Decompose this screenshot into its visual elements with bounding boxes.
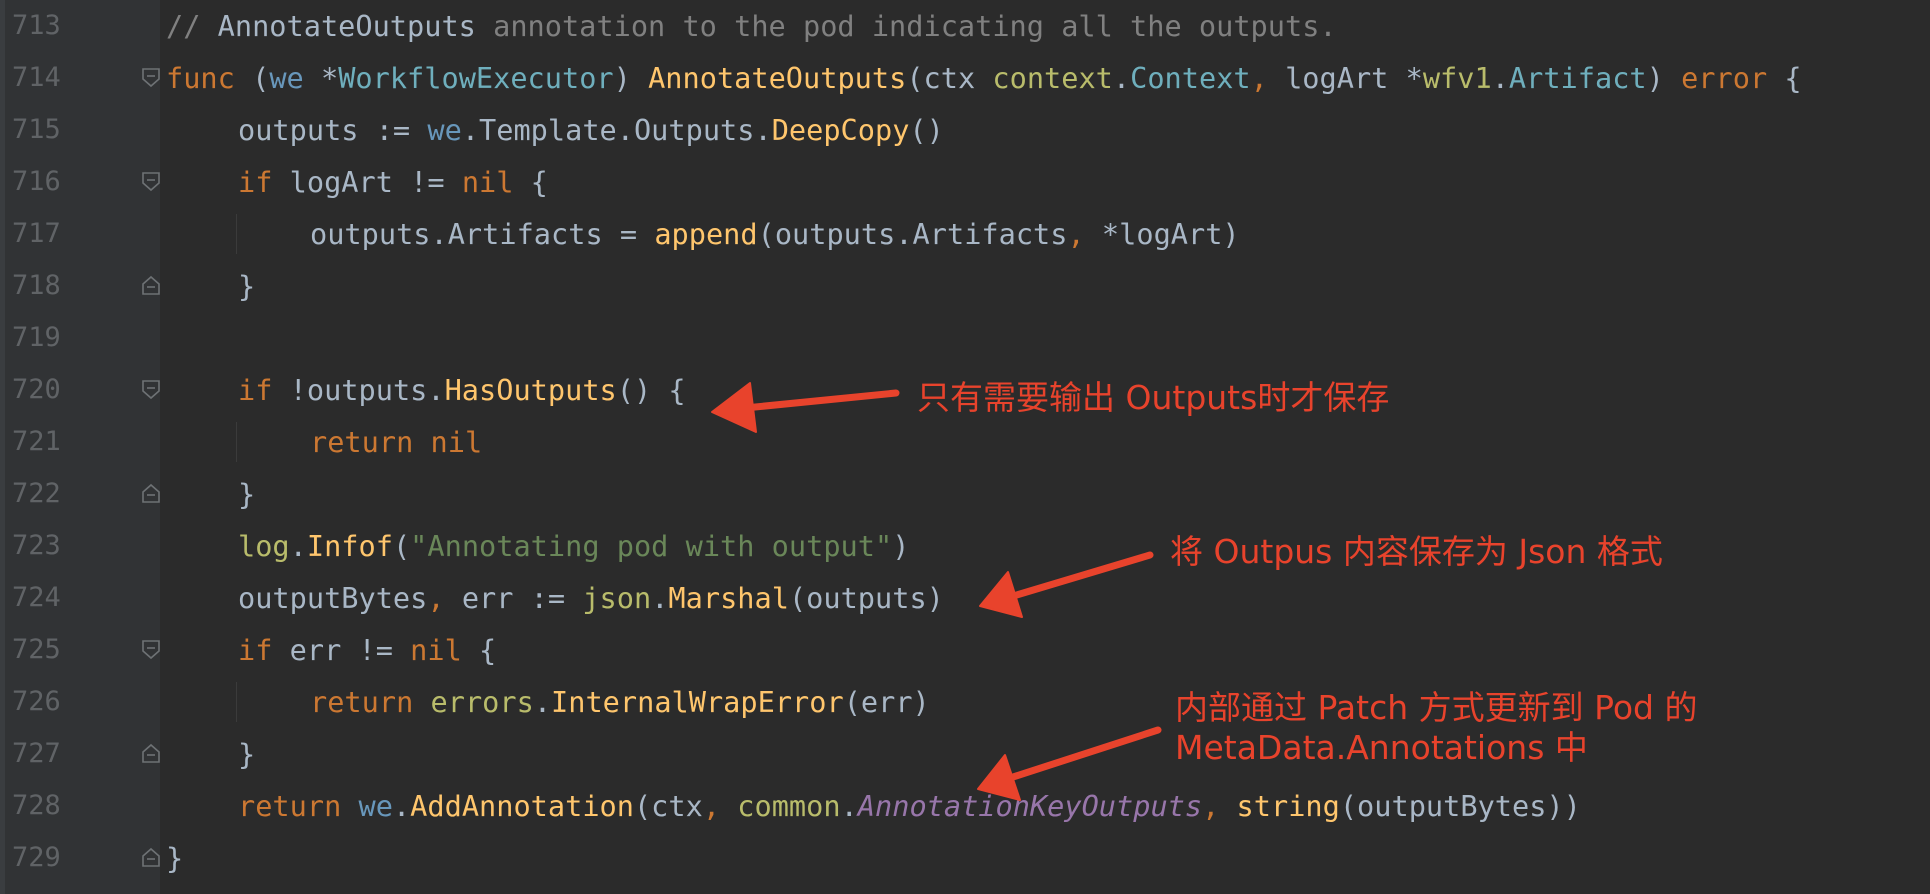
annotation-marshal: 将 Outpus 内容保存为 Json 格式 bbox=[1170, 532, 1663, 571]
arrow-hasoutputs bbox=[711, 382, 900, 433]
arrow-marshal bbox=[979, 551, 1154, 618]
annotation-hasoutputs: 只有需要输出 Outputs时才保存 bbox=[917, 378, 1390, 417]
annotation-addannotation: 内部通过 Patch 方式更新到 Pod 的 MetaData.Annotati… bbox=[1175, 688, 1698, 767]
arrow-addannotation bbox=[977, 726, 1162, 801]
